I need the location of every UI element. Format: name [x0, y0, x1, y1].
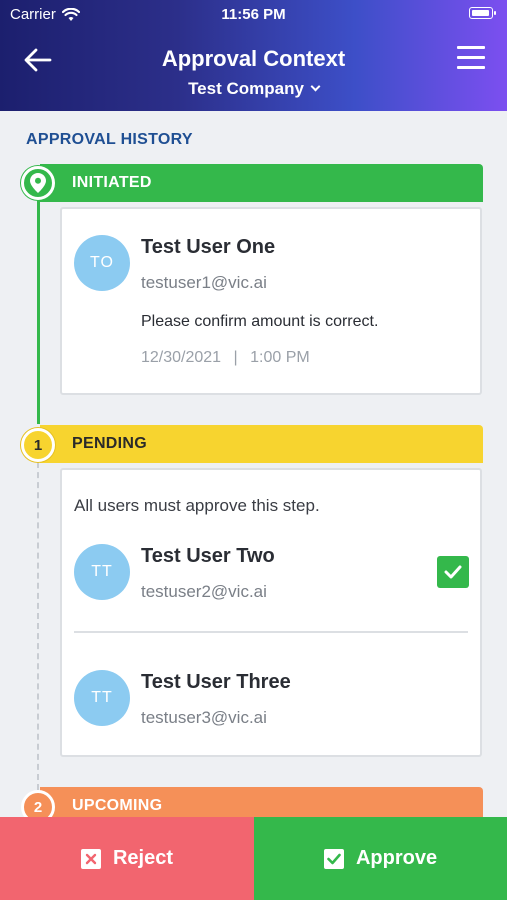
approved-check-icon — [437, 556, 469, 588]
reject-button[interactable]: Reject — [0, 817, 254, 900]
action-bar: Reject Approve — [0, 817, 507, 900]
user-name: Test User One — [141, 236, 276, 258]
pending-step-card: All users must approve this step. TT Tes… — [60, 468, 482, 757]
user-email: testuser3@vic.ai — [141, 708, 267, 727]
user-email: testuser2@vic.ai — [141, 582, 267, 601]
menu-button[interactable] — [457, 46, 485, 72]
timeline-line — [37, 196, 40, 424]
hamburger-icon — [457, 46, 485, 49]
step-number-badge: 1 — [21, 428, 55, 462]
entry-time: 1:00 PM — [250, 349, 310, 366]
timestamp: 12/30/2021 | 1:00 PM — [141, 349, 310, 367]
reject-label: Reject — [112, 847, 174, 869]
user-name: Test User Two — [141, 545, 275, 567]
check-icon — [323, 848, 344, 869]
approve-button[interactable]: Approve — [254, 817, 507, 900]
avatar: TT — [74, 544, 130, 600]
user-email: testuser1@vic.ai — [141, 273, 267, 292]
timeline-line-dashed — [37, 462, 39, 790]
page-title: Approval Context — [161, 46, 346, 71]
location-pin-icon — [30, 173, 46, 193]
avatar: TO — [74, 235, 130, 291]
avatar: TT — [74, 670, 130, 726]
approval-entry-card: TO Test User One testuser1@vic.ai Please… — [60, 207, 482, 395]
step-rule: All users must approve this step. — [74, 496, 320, 515]
section-title: APPROVAL HISTORY — [26, 131, 193, 148]
battery-icon — [469, 7, 496, 19]
step-initiated-badge — [21, 166, 55, 200]
status-time: 11:56 PM — [221, 6, 286, 23]
step-label: UPCOMING — [72, 797, 163, 814]
timestamp-separator: | — [233, 349, 238, 366]
user-name: Test User Three — [141, 671, 291, 693]
app-header: Carrier 11:56 PM Approval Context Test C… — [0, 0, 507, 111]
step-pending-header: PENDING — [40, 425, 483, 463]
step-label: PENDING — [72, 435, 147, 452]
company-selector[interactable]: Test Company — [0, 79, 507, 99]
approval-comment: Please confirm amount is correct. — [141, 313, 379, 330]
chevron-down-icon — [310, 81, 321, 92]
divider — [74, 631, 468, 633]
step-initiated-header: INITIATED — [40, 164, 483, 202]
approve-label: Approve — [355, 847, 438, 869]
company-name: Test Company — [188, 79, 304, 98]
entry-date: 12/30/2021 — [141, 349, 222, 366]
step-label: INITIATED — [72, 174, 152, 191]
close-icon — [80, 848, 101, 869]
status-bar: Carrier 11:56 PM — [0, 0, 507, 28]
